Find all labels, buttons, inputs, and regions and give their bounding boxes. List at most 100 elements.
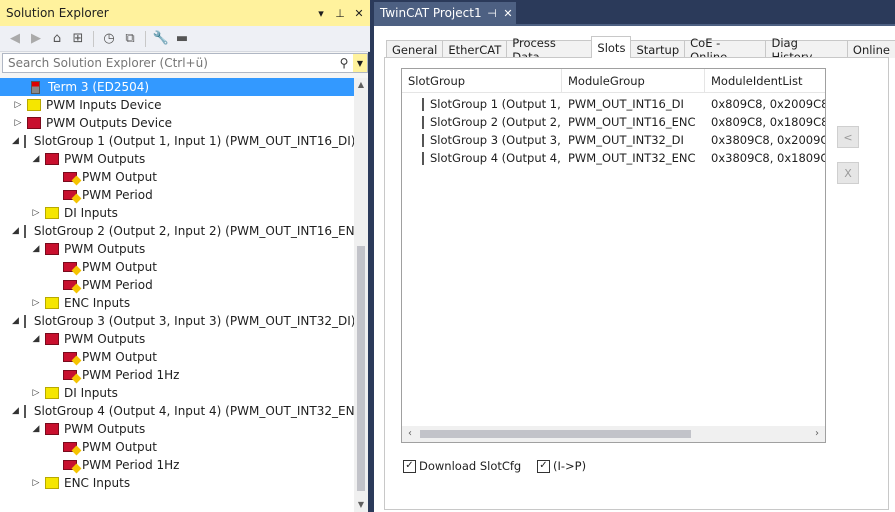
terminal-icon bbox=[422, 97, 424, 111]
collapse-arrow-icon[interactable]: ◢ bbox=[30, 154, 42, 164]
tree-item[interactable]: ▷ ENC Inputs bbox=[0, 294, 354, 312]
tree-item[interactable]: PWM Period 1Hz bbox=[0, 366, 354, 384]
tree-item[interactable]: PWM Output bbox=[0, 438, 354, 456]
expand-arrow-icon[interactable]: ▷ bbox=[30, 388, 42, 398]
search-icon[interactable]: ⚲ bbox=[335, 56, 353, 70]
tree-item[interactable]: ▷ PWM Inputs Device bbox=[0, 96, 354, 114]
tree-item[interactable]: ◢ PWM Outputs bbox=[0, 150, 354, 168]
tree-item-label: PWM Output bbox=[82, 350, 157, 364]
download-slotcfg-checkbox[interactable]: ✓ Download SlotCfg bbox=[403, 459, 521, 473]
collapse-arrow-icon[interactable]: ◢ bbox=[30, 424, 42, 434]
checkbox-check-icon[interactable]: ✓ bbox=[537, 459, 550, 473]
tree-item[interactable]: PWM Period bbox=[0, 186, 354, 204]
tree-vertical-scrollbar[interactable]: ▲ ▼ bbox=[354, 78, 368, 512]
tree-item[interactable]: ▷ DI Inputs bbox=[0, 204, 354, 222]
tree-item[interactable]: ◢ PWM Outputs bbox=[0, 420, 354, 438]
scroll-up-icon[interactable]: ▲ bbox=[354, 78, 368, 92]
tree-item[interactable]: ◢ SlotGroup 2 (Output 2, Input 2) (PWM_OU… bbox=[0, 222, 354, 240]
output-variable-icon bbox=[63, 370, 77, 380]
column-header-moduleidentlist[interactable]: ModuleIdentList bbox=[705, 69, 825, 93]
tree-item-label: PWM Output bbox=[82, 260, 157, 274]
tree-item-label: PWM Outputs bbox=[64, 242, 146, 256]
expand-arrow-icon[interactable]: ▷ bbox=[30, 478, 42, 488]
scroll-right-icon[interactable]: › bbox=[809, 426, 825, 442]
collapse-arrow-icon[interactable]: ◢ bbox=[12, 406, 19, 416]
expand-arrow-icon[interactable]: ▷ bbox=[12, 100, 24, 110]
tree-item-label: PWM Inputs Device bbox=[46, 98, 162, 112]
tree-item-label: ENC Inputs bbox=[64, 476, 131, 490]
tree-item[interactable]: ◢ SlotGroup 4 (Output 4, Input 4) (PWM_OU… bbox=[0, 402, 354, 420]
home-icon[interactable]: ⌂ bbox=[48, 30, 66, 48]
remove-module-button[interactable]: X bbox=[837, 162, 859, 184]
column-header-slotgroup[interactable]: SlotGroup bbox=[402, 69, 562, 93]
document-tab-twincat-project[interactable]: TwinCAT Project1 ⊣ ✕ bbox=[374, 2, 516, 24]
collapse-arrow-icon[interactable]: ◢ bbox=[12, 226, 19, 236]
tree-item[interactable]: PWM Output bbox=[0, 258, 354, 276]
expand-arrow-icon[interactable]: ▷ bbox=[30, 298, 42, 308]
checkbox-check-icon[interactable]: ✓ bbox=[403, 459, 416, 473]
tab-startup[interactable]: Startup bbox=[630, 40, 686, 58]
tree-item[interactable]: ▷ ENC Inputs bbox=[0, 474, 354, 492]
tree-item[interactable]: PWM Output bbox=[0, 168, 354, 186]
close-icon[interactable]: ✕ bbox=[351, 7, 367, 20]
tab-coe-online[interactable]: CoE - Online bbox=[684, 36, 767, 64]
table-row[interactable]: SlotGroup 1 (Output 1, ... PWM_OUT_INT16_… bbox=[402, 95, 825, 113]
tree-item[interactable]: ◢ SlotGroup 1 (Output 1, Input 1) (PWM_OU… bbox=[0, 132, 354, 150]
tree-item[interactable]: ◢ SlotGroup 3 (Output 3, Input 3) (PWM_OU… bbox=[0, 312, 354, 330]
forward-icon[interactable]: ▶ bbox=[27, 30, 45, 48]
tab-ethercat[interactable]: EtherCAT bbox=[442, 40, 508, 58]
input-image-icon bbox=[45, 477, 59, 489]
pin-tab-icon[interactable]: ⊣ bbox=[484, 7, 500, 20]
tab-diag-history[interactable]: Diag History bbox=[765, 36, 848, 64]
modulegroup-cell: PWM_OUT_INT16_DI bbox=[568, 97, 684, 111]
scroll-thumb[interactable] bbox=[357, 246, 365, 491]
terminal-icon bbox=[422, 133, 424, 147]
tab-online[interactable]: Online bbox=[846, 40, 895, 58]
table-row[interactable]: SlotGroup 4 (Output 4, ... PWM_OUT_INT32_… bbox=[402, 149, 825, 167]
insert-module-button[interactable]: < bbox=[837, 126, 859, 148]
tree-item[interactable]: ▷ DI Inputs bbox=[0, 384, 354, 402]
back-icon[interactable]: ◀ bbox=[6, 30, 24, 48]
table-row[interactable]: SlotGroup 3 (Output 3, ... PWM_OUT_INT32_… bbox=[402, 131, 825, 149]
close-tab-icon[interactable]: ✕ bbox=[500, 7, 516, 20]
search-options-dropdown-icon[interactable]: ▼ bbox=[353, 54, 367, 72]
i-to-p-checkbox[interactable]: ✓ (I->P) bbox=[537, 459, 586, 473]
slotgroup-cell: SlotGroup 1 (Output 1, ... bbox=[402, 97, 562, 111]
preview-selected-icon[interactable]: ▬ bbox=[173, 30, 191, 48]
tab-general[interactable]: General bbox=[386, 40, 444, 58]
tree-item[interactable]: PWM Period 1Hz bbox=[0, 456, 354, 474]
switch-views-icon[interactable]: ⊞ bbox=[69, 30, 87, 48]
tree-item[interactable]: ▷ PWM Outputs Device bbox=[0, 114, 354, 132]
properties-wrench-icon[interactable]: 🔧 bbox=[152, 30, 170, 48]
table-row[interactable]: SlotGroup 2 (Output 2, ... PWM_OUT_INT16_… bbox=[402, 113, 825, 131]
column-header-modulegroup[interactable]: ModuleGroup bbox=[562, 69, 705, 93]
expand-arrow-icon[interactable]: ▷ bbox=[30, 208, 42, 218]
tree-item[interactable]: ◢ PWM Outputs bbox=[0, 330, 354, 348]
tab-process-data[interactable]: Process Data bbox=[506, 36, 593, 64]
tree-item-label: SlotGroup 4 (Output 4, Input 4) (PWM_OUT… bbox=[33, 404, 354, 418]
pending-changes-filter-icon[interactable]: ◷ bbox=[100, 30, 118, 48]
expand-arrow-icon[interactable]: ▷ bbox=[12, 118, 24, 128]
tab-slots[interactable]: Slots bbox=[591, 36, 632, 58]
tree-item[interactable]: PWM Period bbox=[0, 276, 354, 294]
tree-item[interactable]: Term 3 (ED2504) bbox=[0, 78, 354, 96]
tree-item[interactable]: PWM Output bbox=[0, 348, 354, 366]
scroll-left-icon[interactable]: ‹ bbox=[402, 426, 418, 442]
auto-hide-pin-icon[interactable]: ⊥ bbox=[332, 7, 348, 20]
tree-item-label: PWM Outputs bbox=[64, 422, 146, 436]
horizontal-scroll-thumb[interactable] bbox=[420, 430, 691, 438]
terminal-icon bbox=[23, 134, 26, 148]
toolbar-separator bbox=[145, 30, 146, 47]
tree-item[interactable]: ◢ PWM Outputs bbox=[0, 240, 354, 258]
window-position-dropdown-icon[interactable]: ▾ bbox=[313, 7, 329, 20]
search-input[interactable] bbox=[3, 56, 335, 70]
input-image-icon bbox=[27, 99, 41, 111]
modulegroup-cell: PWM_OUT_INT32_ENC bbox=[568, 151, 696, 165]
collapse-arrow-icon[interactable]: ◢ bbox=[12, 316, 19, 326]
collapse-arrow-icon[interactable]: ◢ bbox=[30, 334, 42, 344]
collapse-arrow-icon[interactable]: ◢ bbox=[30, 244, 42, 254]
collapse-all-icon[interactable]: ⧉ bbox=[121, 30, 139, 48]
scroll-down-icon[interactable]: ▼ bbox=[354, 498, 368, 512]
collapse-arrow-icon[interactable]: ◢ bbox=[12, 136, 19, 146]
slots-horizontal-scrollbar[interactable]: ‹ › bbox=[402, 426, 825, 442]
